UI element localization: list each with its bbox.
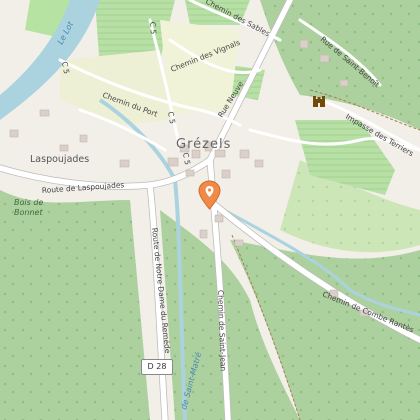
- road-shield-d28: D 28: [141, 359, 173, 375]
- castle-icon[interactable]: [312, 95, 326, 107]
- hamlet-label: Laspoujades: [30, 154, 89, 165]
- forest-label-line1: Bois de: [14, 198, 43, 207]
- map-layer: Le Lot de Saint-Matré Grézels Laspoujade…: [0, 0, 420, 420]
- road-ref-c5-1: C 5: [148, 21, 158, 34]
- map-canvas[interactable]: Le Lot de Saint-Matré Grézels Laspoujade…: [0, 0, 420, 420]
- village-label: Grézels: [176, 137, 231, 152]
- forest-label-line2: Bonnet: [14, 208, 43, 217]
- forest-west: [0, 190, 150, 420]
- location-pin-icon[interactable]: [198, 180, 221, 210]
